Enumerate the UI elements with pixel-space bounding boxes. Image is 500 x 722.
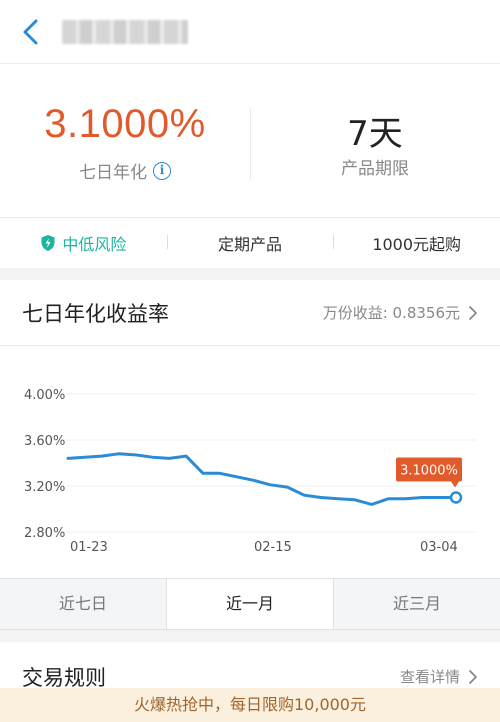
tab-one-month[interactable]: 近一月 — [166, 579, 334, 629]
shield-icon — [41, 235, 55, 251]
view-details-label: 查看详情 — [399, 668, 460, 686]
section-gap — [0, 630, 500, 642]
y-tick-label: 3.60% — [24, 434, 65, 449]
chart-header: 七日年化收益率 万份收益: 0.8356元 — [0, 280, 500, 346]
product-tags: 中低风险 定期产品 1000元起购 — [0, 218, 500, 268]
tag-risk-level: 中低风险 — [0, 231, 167, 255]
product-term-label: 产品期限 — [341, 159, 409, 179]
tag-min-purchase-label: 1000元起购 — [372, 235, 462, 254]
x-tick-label: 02-15 — [254, 540, 292, 555]
y-tick-label: 3.20% — [24, 480, 65, 495]
yield-chart-card: 七日年化收益率 万份收益: 0.8356元 4.00% 3.60% 3.20% 2.8… — [0, 280, 500, 630]
x-tick-label: 01-23 — [70, 540, 108, 555]
tab-seven-days[interactable]: 近七日 — [0, 579, 166, 629]
promo-banner: 火爆热抢中，每日限购10,000元 — [0, 688, 500, 722]
product-title-blurred: ■■■■■■ — [62, 20, 188, 44]
callout-pointer — [451, 481, 459, 488]
info-icon[interactable]: i — [153, 161, 171, 180]
view-details-link[interactable]: 查看详情 — [400, 666, 478, 687]
latest-point-marker[interactable] — [449, 491, 463, 504]
seven-day-rate-label: 七日年化 — [79, 163, 147, 183]
back-arrow-icon[interactable] — [18, 18, 44, 46]
tag-risk-label: 中低风险 — [62, 235, 127, 254]
rate-block: 3.1000% 七日年化 i — [0, 64, 250, 218]
tag-product-type: 定期产品 — [166, 231, 334, 255]
trading-rules-row[interactable]: 交易规则 查看详情 — [0, 642, 500, 692]
term-block: 7天 产品期限 — [250, 64, 500, 218]
product-term-value: 7天 — [347, 114, 403, 154]
period-tabs: 近七日 近一月 近三月 — [0, 578, 500, 630]
tag-product-type-label: 定期产品 — [218, 235, 283, 254]
chevron-right-icon — [469, 669, 477, 684]
tab-three-months[interactable]: 近三月 — [334, 579, 500, 629]
y-tick-label: 4.00% — [24, 388, 65, 403]
chevron-right-icon — [469, 305, 477, 320]
tag-min-purchase: 1000元起购 — [333, 231, 500, 255]
per-10k-yield-link[interactable]: 万份收益: 0.8356元 — [323, 302, 478, 323]
yield-line-chart: 4.00% 3.60% 3.20% 2.80% 01-23 02-15 03-04 3.100… — [24, 388, 476, 555]
section-gap — [0, 268, 500, 280]
chart-title: 七日年化收益率 — [22, 302, 169, 326]
y-tick-label: 2.80% — [24, 526, 65, 541]
x-tick-label: 03-04 — [420, 540, 458, 555]
latest-value-label: 3.1000% — [400, 464, 458, 479]
rate-label-row: 七日年化 i — [0, 158, 250, 183]
per-10k-yield-label: 万份收益: 0.8356元 — [322, 304, 460, 322]
top-nav-bar: ■■■■■■ — [0, 0, 500, 64]
product-summary: 3.1000% 七日年化 i 7天 产品期限 — [0, 64, 500, 218]
seven-day-rate-value: 3.1000% — [44, 102, 206, 146]
